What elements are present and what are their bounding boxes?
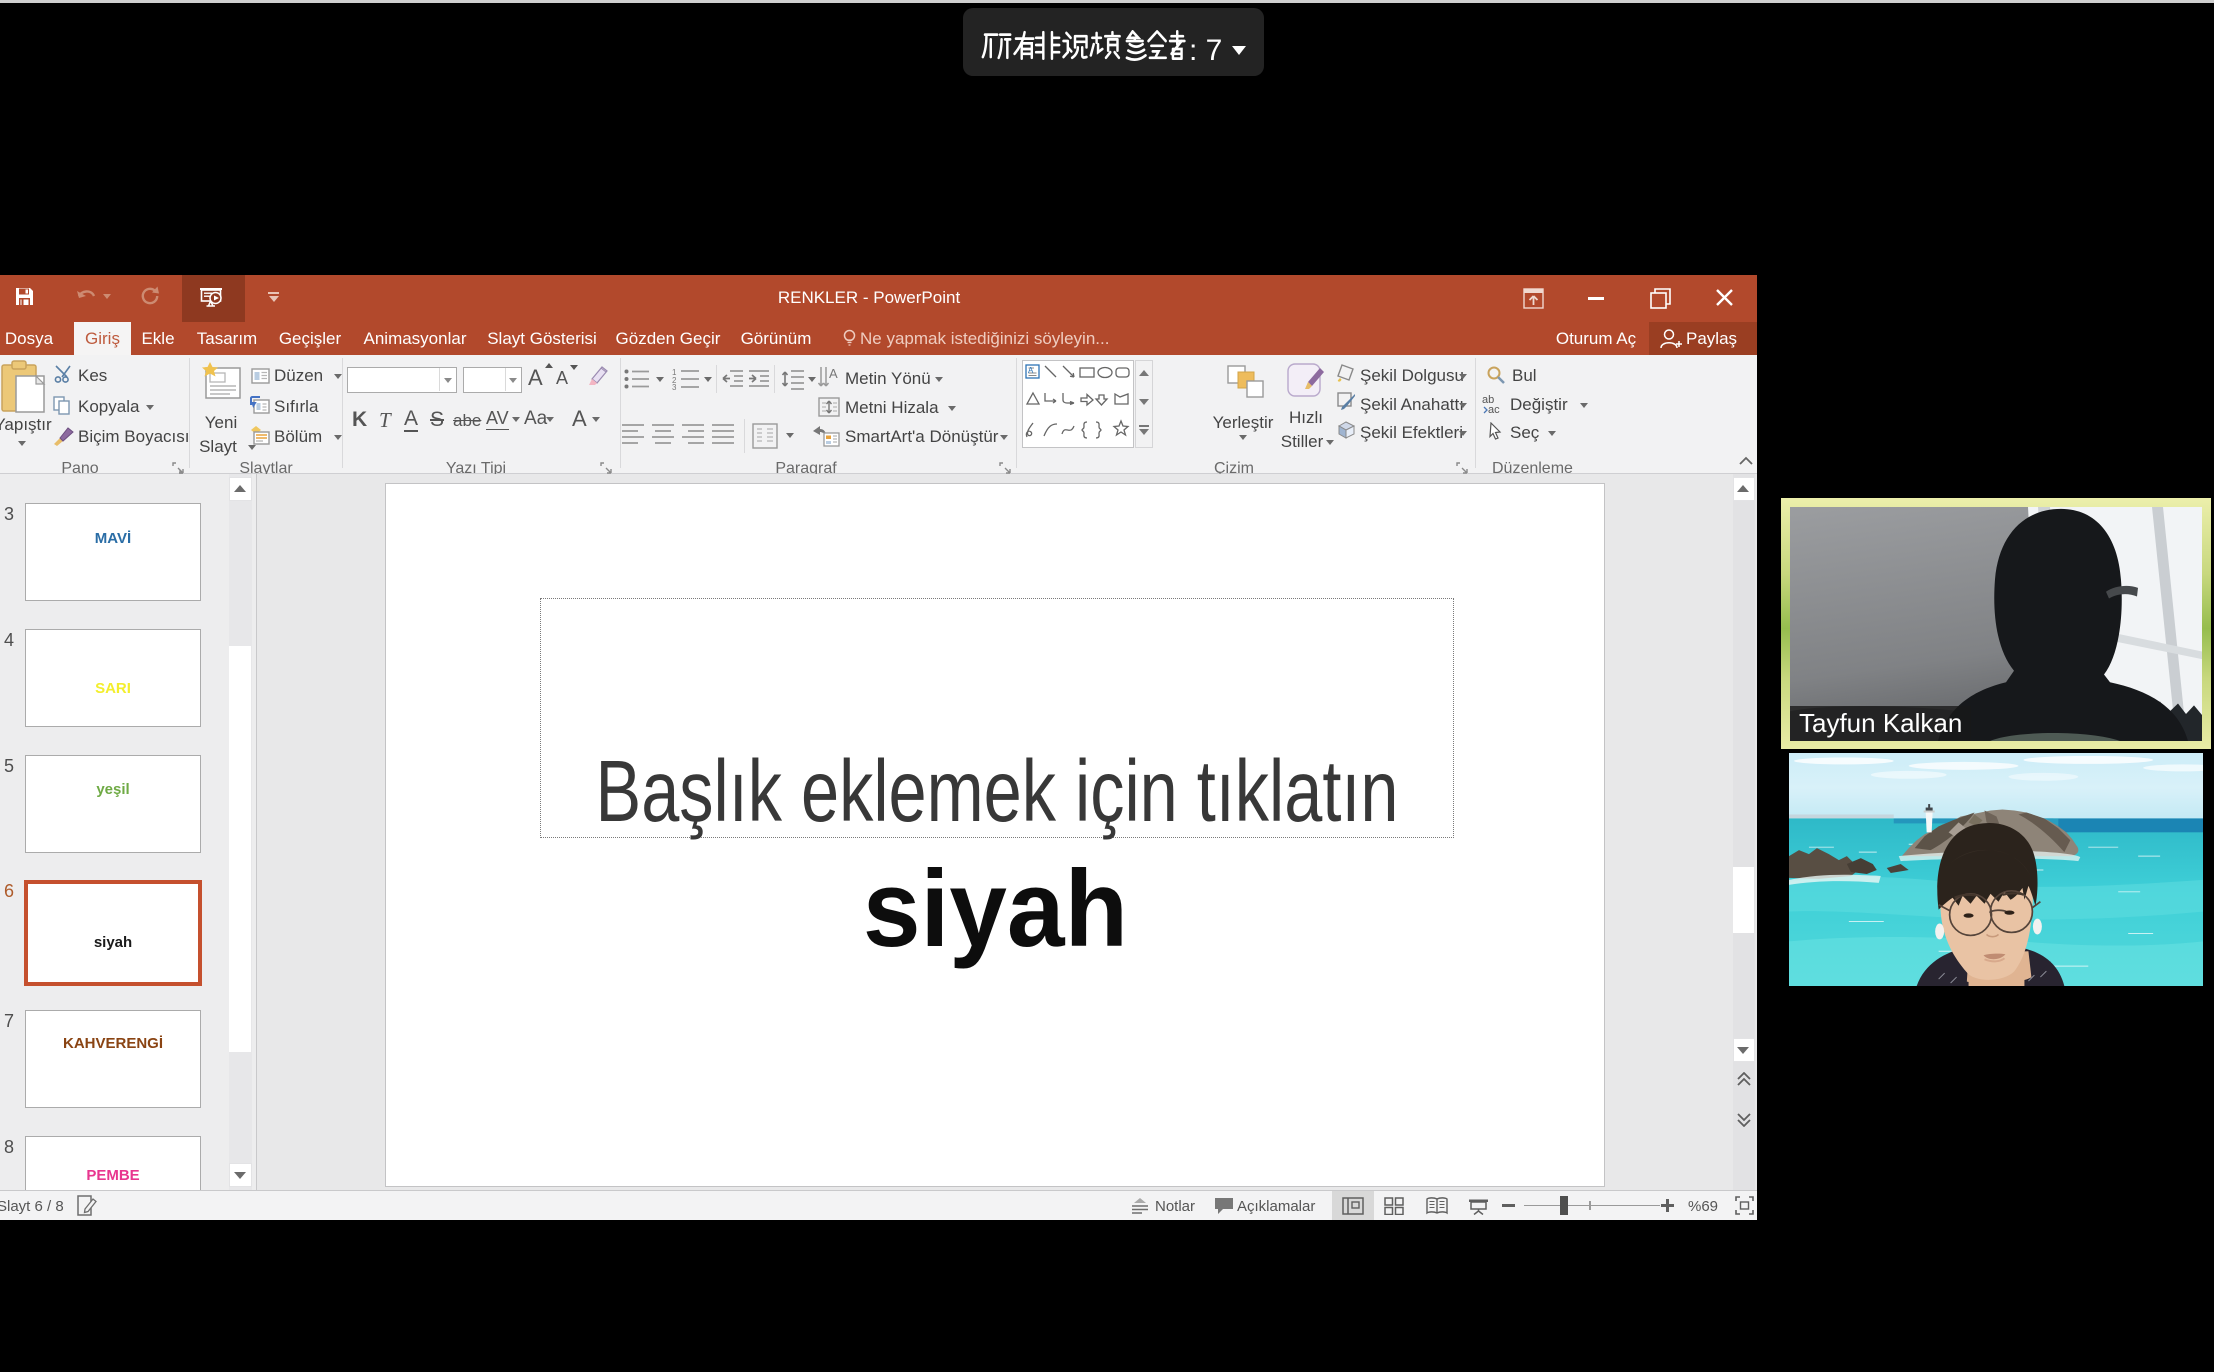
svg-text:3: 3 [672, 383, 677, 390]
svg-text:: 7: : 7 [1189, 34, 1222, 67]
svg-text:A: A [829, 366, 838, 381]
svg-text:A: A [1028, 366, 1034, 375]
svg-text:ac: ac [1488, 404, 1500, 414]
